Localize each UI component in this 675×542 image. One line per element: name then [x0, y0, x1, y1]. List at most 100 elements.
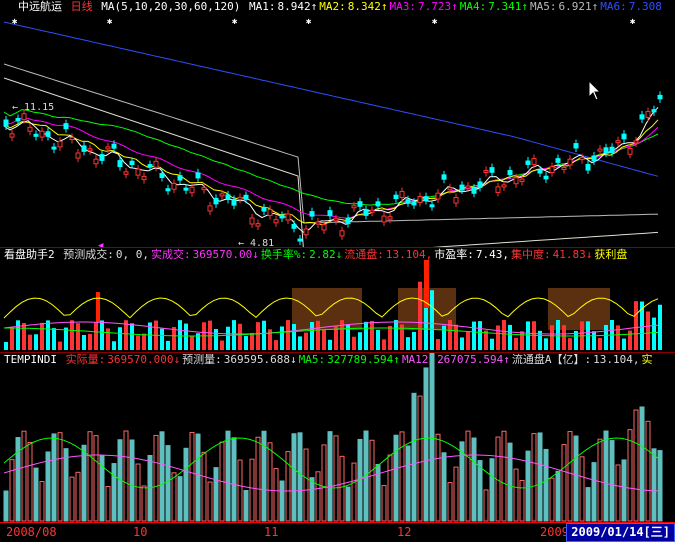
volume2-bar: [309, 477, 315, 522]
volume-bar: [484, 330, 488, 350]
volume2-bar: [507, 442, 513, 522]
axis-tick-label: 10: [133, 525, 148, 539]
volume-bar: [64, 327, 68, 350]
ma3-line: [3, 117, 659, 219]
volume2-bar: [573, 435, 579, 522]
volume2-bar: [327, 431, 333, 522]
candle-body: [441, 174, 447, 180]
candle-body: [459, 184, 465, 191]
volume-bar: [172, 326, 176, 350]
candle-body: [195, 172, 201, 179]
candle-body: [369, 209, 375, 213]
volume2-bar: [471, 437, 477, 522]
volume2-bar: [627, 429, 633, 522]
candle-body: [165, 188, 171, 192]
candle-body: [411, 201, 417, 206]
volume-bar: [28, 334, 32, 350]
volume-bar: [364, 321, 368, 350]
volume2-bar: [333, 435, 339, 522]
volume2-bar: [249, 458, 255, 522]
volume2-bar: [93, 435, 99, 522]
date-readout: 2009/01/14[三]: [566, 523, 675, 542]
candle-body: [495, 186, 501, 194]
candle-body: [99, 154, 105, 161]
candle-body: [201, 187, 207, 191]
volume-bar: [280, 326, 284, 350]
candle-body: [183, 187, 189, 191]
candle-body: [381, 215, 387, 223]
candle-body: [387, 216, 393, 220]
indicator2-chart[interactable]: [0, 353, 675, 522]
volume-bar: [118, 327, 122, 350]
volume-bar: [112, 341, 116, 350]
volume-bar: [394, 320, 398, 350]
candle-body: [483, 170, 489, 174]
candle-body: [543, 175, 549, 180]
event-star-icon: ✱: [232, 17, 238, 27]
volume-bar: [514, 337, 518, 350]
candle-body: [177, 175, 183, 181]
candle-body: [27, 126, 33, 132]
volume2-bar: [399, 431, 405, 522]
candle-body: [9, 133, 15, 138]
candle-body: [255, 223, 261, 227]
volume-bar: [562, 325, 566, 350]
candle-body: [399, 190, 405, 198]
volume-bar: [454, 324, 458, 350]
candle-body: [501, 184, 507, 188]
volume2-bar: [501, 430, 507, 522]
candle-body: [345, 217, 351, 225]
volume2-bar: [297, 432, 303, 522]
indicator2-panel[interactable]: TEMPINDI 实际量: 369570.000↓ 预测量: 369595.688↓ M…: [0, 353, 675, 522]
volume-bar: [502, 320, 506, 350]
volume2-bar: [129, 439, 135, 522]
volume2-bar: [603, 430, 609, 522]
event-star-icon: ✱: [12, 17, 18, 27]
volume2-bar: [279, 480, 285, 522]
volume-bar: [592, 331, 596, 350]
candle-body: [57, 140, 63, 148]
volume2-bar: [105, 486, 111, 522]
volume-bar: [460, 337, 464, 350]
candle-body: [153, 160, 159, 168]
volume2-bar: [555, 470, 561, 522]
candle-body: [213, 197, 219, 205]
volume2-bar: [519, 479, 525, 522]
price-chart-panel[interactable]: 中远航运 日线 MA(5,10,20,30,60,120) MA1: 8.942↑…: [0, 0, 675, 248]
candle-body: [147, 164, 153, 168]
indicator1-panel[interactable]: 看盘助手2 预测成交: 0, 0, 实成交: 369570.00↓ 换手率%: 2.82↓…: [0, 248, 675, 352]
volume2-bar: [543, 448, 549, 522]
volume2-bar: [405, 445, 411, 522]
volume-bar: [250, 332, 254, 350]
volume-bar: [376, 329, 380, 350]
candle-body: [435, 192, 441, 200]
volume2-bar: [171, 472, 177, 522]
volume-bar: [382, 339, 386, 350]
volume2-bar: [615, 464, 621, 522]
price-chart[interactable]: ✱ ✱ ✱ ✱ ✱ ✱← 11.15← 4.81◀: [0, 0, 675, 248]
volume-bar: [370, 320, 374, 350]
volume-bar: [298, 336, 302, 350]
volume2-bar: [585, 487, 591, 522]
volume2-bar: [549, 477, 555, 522]
volume-bar: [58, 341, 62, 350]
candle-body: [465, 185, 471, 189]
volume2-bar: [423, 367, 429, 522]
axis-tick-label: 2009: [540, 525, 569, 539]
candle-body: [123, 171, 129, 175]
volume-bar: [286, 320, 290, 350]
candle-body: [243, 194, 249, 200]
volume-bar: [550, 325, 554, 350]
volume-spike: [96, 292, 100, 322]
volume2-bar: [75, 471, 81, 522]
indicator1-chart[interactable]: [0, 248, 675, 352]
candle-body: [279, 214, 285, 219]
volume-bar: [190, 335, 194, 350]
candle-body: [69, 136, 75, 140]
candle-body: [159, 173, 165, 178]
volume-bar: [316, 320, 320, 350]
volume2-bar: [231, 437, 237, 522]
volume-bar: [634, 301, 638, 350]
volume-bar: [418, 281, 422, 350]
candle-body: [363, 209, 369, 216]
